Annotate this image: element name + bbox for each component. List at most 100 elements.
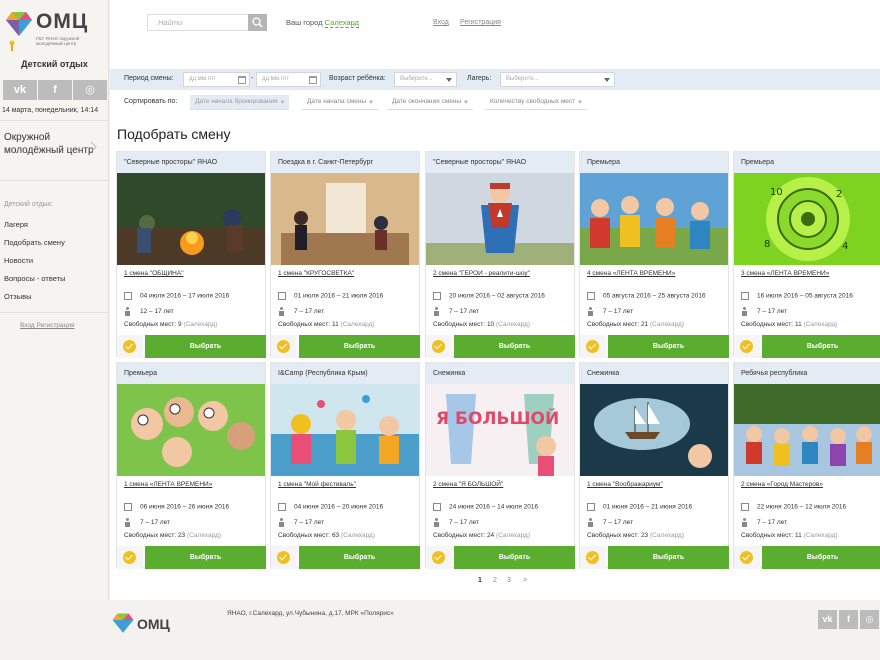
shift-card[interactable]: Снежинка Я БОЛЬШОЙ 2 смена "Я БОЛЬШОЙ" 2… <box>425 362 575 569</box>
facebook-icon[interactable]: f <box>839 610 858 629</box>
card-shift-name[interactable]: 1 смена "ОБЩИНА" <box>124 270 184 277</box>
card-camp-name[interactable]: "Северные просторы" ЯНАО <box>426 152 574 173</box>
card-free-count: 23 <box>640 532 649 539</box>
card-shift-name[interactable]: 2 смена "ГЕРОИ - реалити-шоу" <box>433 270 530 277</box>
card-shift-name[interactable]: 2 смена "Я БОЛЬШОЙ" <box>433 481 503 488</box>
select-button[interactable]: Выбрать <box>454 335 575 358</box>
login-link[interactable]: Вход <box>433 19 449 26</box>
card-shift-name[interactable]: 1 смена "Мой фестиваль" <box>278 481 356 488</box>
date-to-input[interactable]: дд.мм.гггг <box>256 72 321 87</box>
calendar-icon[interactable] <box>309 76 317 84</box>
date-from-input[interactable]: дд.мм.гггг <box>183 72 250 87</box>
card-photo[interactable] <box>117 384 265 476</box>
search-placeholder: Найти <box>158 18 183 27</box>
card-camp-name[interactable]: I&Camp (Республика Крым) <box>271 363 419 384</box>
age-select[interactable]: Выберите... <box>394 72 457 87</box>
card-free-row: Свободных мест: 63 (Салехард) <box>278 532 375 539</box>
logo[interactable]: ОМЦ ГБУ ЯНАО окружной молодёжный центр <box>4 8 104 60</box>
sort-option-shift-start[interactable]: Дате начала смены ◆ <box>302 95 378 110</box>
card-photo[interactable] <box>580 173 728 265</box>
card-photo[interactable] <box>580 384 728 476</box>
city-value[interactable]: Салехард <box>324 18 359 28</box>
sidebar-register-link[interactable]: Регистрация <box>37 322 75 329</box>
shift-card[interactable]: Премьера 1 смена «ЛЕНТА ВРЕМЕНИ» 06 июня… <box>116 362 266 569</box>
calendar-icon[interactable] <box>238 76 246 84</box>
card-camp-name[interactable]: Поездка в г. Санкт-Петербург <box>271 152 419 173</box>
select-button[interactable]: Выбрать <box>762 546 880 569</box>
footer-logo-text: ОМЦ <box>137 616 170 632</box>
nav-item-reviews[interactable]: Отзывы <box>4 292 31 301</box>
card-shift-name[interactable]: 1 смена "Воображариум" <box>587 481 663 488</box>
card-photo-image <box>271 384 419 476</box>
shift-card[interactable]: Поездка в г. Санкт-Петербург 1 смена "КР… <box>270 151 420 358</box>
card-photo[interactable] <box>271 384 419 476</box>
card-shift-name[interactable]: 1 смена «ЛЕНТА ВРЕМЕНИ» <box>124 481 212 488</box>
card-shift-name[interactable]: 2 смена «Город Мастеров» <box>741 481 823 488</box>
shift-card[interactable]: Ребячья республика 2 смена «Город Мастер… <box>733 362 880 569</box>
shift-card[interactable]: "Северные просторы" ЯНАО 2 смена "ГЕРОИ … <box>425 151 575 358</box>
card-age: 7 – 17 лет <box>449 308 480 316</box>
nav-item-news[interactable]: Новости <box>4 256 33 265</box>
next-page-link[interactable]: > <box>523 577 527 584</box>
card-photo[interactable] <box>734 384 880 476</box>
card-camp-name[interactable]: Премьера <box>734 152 880 173</box>
select-button[interactable]: Выбрать <box>454 546 575 569</box>
svg-text:2: 2 <box>836 189 842 200</box>
calendar-icon <box>278 292 286 300</box>
card-camp-name[interactable]: Премьера <box>580 152 728 173</box>
card-photo[interactable]: 10 2 8 4 <box>734 173 880 265</box>
card-shift-name[interactable]: 4 смена «ЛЕНТА ВРЕМЕНИ» <box>587 270 675 277</box>
card-photo[interactable]: Я БОЛЬШОЙ <box>426 384 574 476</box>
card-age: 7 – 17 лет <box>757 519 788 527</box>
diamond-logo-icon <box>112 613 134 633</box>
page-1-link[interactable]: 1 <box>478 577 482 584</box>
camp-select[interactable]: Выберите... <box>500 72 615 87</box>
card-photo[interactable] <box>271 173 419 265</box>
shift-card[interactable]: Снежинка 1 смена "Воображариум" 01 июня … <box>579 362 729 569</box>
nav-item-camps[interactable]: Лагеря <box>4 220 28 229</box>
card-free-row: Свободных мест: 10 (Салехард) <box>433 321 530 328</box>
instagram-icon[interactable]: ◎ <box>860 610 879 629</box>
vk-icon[interactable]: vk <box>818 610 837 629</box>
sort-option-free-places[interactable]: Количеству свободных мест ◆ <box>485 95 587 110</box>
shift-card[interactable]: Премьера 10 2 8 4 3 смена «ЛЕНТА ВРЕМЕНИ» 1… <box>733 151 880 358</box>
shift-card[interactable]: I&Camp (Республика Крым) 1 смена "Мой фе… <box>270 362 420 569</box>
select-button[interactable]: Выбрать <box>145 335 266 358</box>
search-input[interactable]: Найти <box>147 14 250 31</box>
footer-logo[interactable]: ОМЦ <box>111 612 181 642</box>
sort-option-shift-end[interactable]: Дате окончания смены ◆ <box>387 95 473 110</box>
nav-item-faq[interactable]: Вопросы - ответы <box>4 274 65 283</box>
select-button[interactable]: Выбрать <box>299 335 420 358</box>
facebook-icon[interactable]: f <box>38 80 72 100</box>
select-button[interactable]: Выбрать <box>762 335 880 358</box>
calendar-icon <box>587 292 595 300</box>
select-button[interactable]: Выбрать <box>145 546 266 569</box>
sort-option-booking-start[interactable]: Дате начала бронирования ◆ <box>190 95 290 110</box>
search-button[interactable] <box>248 14 267 31</box>
card-camp-name[interactable]: Ребячья республика <box>734 363 880 384</box>
card-camp-name[interactable]: Премьера <box>117 363 265 384</box>
card-photo[interactable] <box>117 173 265 265</box>
card-photo[interactable] <box>426 173 574 265</box>
shift-card[interactable]: "Северные просторы" ЯНАО 1 смена "ОБЩИНА… <box>116 151 266 358</box>
select-button[interactable]: Выбрать <box>608 546 729 569</box>
page-2-link[interactable]: 2 <box>493 577 497 584</box>
divider <box>0 312 109 313</box>
nav-item-find-shift[interactable]: Подобрать смену <box>4 238 65 247</box>
select-button[interactable]: Выбрать <box>299 546 420 569</box>
page-3-link[interactable]: 3 <box>507 577 511 584</box>
city-selector[interactable]: Ваш город Салехард <box>286 18 359 28</box>
card-camp-name[interactable]: Снежинка <box>580 363 728 384</box>
card-camp-name[interactable]: "Северные просторы" ЯНАО <box>117 152 265 173</box>
shift-card[interactable]: Премьера 4 смена «ЛЕНТА ВРЕМЕНИ» 05 авгу… <box>579 151 729 358</box>
vk-icon[interactable]: vk <box>3 80 37 100</box>
sidebar-login-link[interactable]: Вход <box>20 322 35 329</box>
card-shift-name[interactable]: 1 смена "КРУГОСВЕТКА" <box>278 270 354 277</box>
register-link[interactable]: Регистрация <box>460 19 501 26</box>
instagram-icon[interactable]: ◎ <box>73 80 107 100</box>
logo-subtitle: ГБУ ЯНАО окружной молодёжный центр <box>36 36 80 46</box>
card-dates: 05 августа 2016 – 25 августа 2016 <box>603 292 706 300</box>
select-button[interactable]: Выбрать <box>608 335 729 358</box>
card-camp-name[interactable]: Снежинка <box>426 363 574 384</box>
card-shift-name[interactable]: 3 смена «ЛЕНТА ВРЕМЕНИ» <box>741 270 829 277</box>
